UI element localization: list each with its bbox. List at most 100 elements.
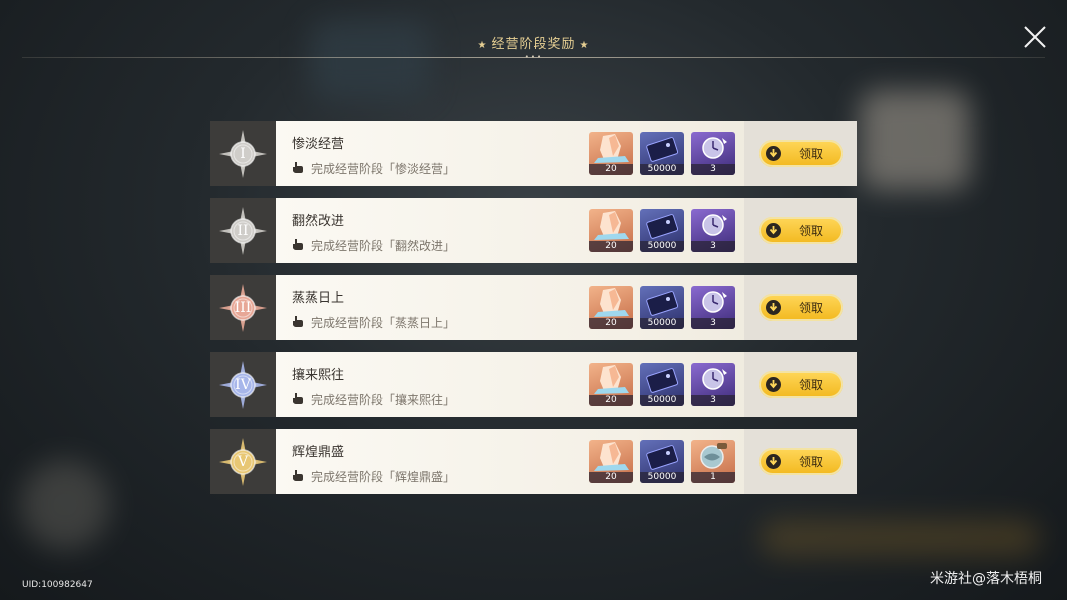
reward-quantity: 50000 [640, 395, 684, 406]
stage-card: 辉煌鼎盛完成经营阶段「辉煌鼎盛」 20 50000 1 领取 [276, 429, 857, 494]
reward-item[interactable]: 1 [691, 440, 735, 483]
download-arrow-icon [766, 300, 781, 315]
reward-item[interactable]: 20 [589, 286, 633, 329]
stage-row: II 翻然改进完成经营阶段「翻然改进」 20 50000 3 领取 [210, 198, 857, 263]
reward-quantity: 20 [589, 472, 633, 483]
stage-condition: 完成经营阶段「惨淡经营」 [292, 160, 455, 177]
reward-item[interactable]: 50000 [640, 209, 684, 252]
download-arrow-icon [766, 223, 781, 238]
claim-zone: 领取 [744, 121, 857, 186]
stage-badge-icon: I [210, 121, 276, 186]
reward-quantity: 20 [589, 164, 633, 175]
claim-button[interactable]: 领取 [759, 371, 843, 398]
stage-name: 辉煌鼎盛 [292, 445, 345, 460]
reward-item[interactable]: 3 [691, 209, 735, 252]
download-arrow-icon [766, 377, 781, 392]
claim-button-label: 领取 [799, 147, 824, 161]
reward-quantity: 3 [691, 318, 735, 329]
reward-quantity: 3 [691, 164, 735, 175]
uid-label: UID:100982647 [22, 580, 93, 590]
reward-item[interactable]: 20 [589, 132, 633, 175]
download-arrow-icon [766, 146, 781, 161]
reward-quantity: 20 [589, 318, 633, 329]
hand-pointer-icon [292, 238, 311, 253]
stage-name: 蒸蒸日上 [292, 291, 345, 306]
stage-name: 翻然改进 [292, 214, 345, 229]
condition-text: 完成经营阶段「翻然改进」 [311, 239, 456, 253]
reward-item[interactable]: 50000 [640, 286, 684, 329]
background-decor [310, 20, 430, 100]
reward-quantity: 3 [691, 395, 735, 406]
reward-items: 20 50000 3 [589, 286, 742, 329]
reward-item[interactable]: 20 [589, 440, 633, 483]
reward-item[interactable]: 3 [691, 286, 735, 329]
stage-card: 攘来熙往 完成经营阶段「攘来熙往」 20 50000 3 领取 [276, 352, 857, 417]
claim-button[interactable]: 领取 [759, 217, 843, 244]
stage-badge-icon: III [210, 275, 276, 340]
stage-condition: 完成经营阶段「蒸蒸日上」 [292, 314, 455, 331]
reward-quantity: 50000 [640, 318, 684, 329]
stage-card: 翻然改进完成经营阶段「翻然改进」 20 50000 3 领取 [276, 198, 857, 263]
divider-dots: ••• [524, 53, 544, 61]
reward-quantity: 20 [589, 395, 633, 406]
reward-items: 20 50000 3 [589, 363, 742, 406]
stage-numeral: III [234, 299, 252, 316]
reward-items: 20 50000 3 [589, 209, 742, 252]
stage-row: I 惨淡经营完成经营阶段「惨淡经营」 20 50000 3 领取 [210, 121, 857, 186]
hand-pointer-icon [292, 315, 311, 330]
reward-item[interactable]: 50000 [640, 440, 684, 483]
condition-text: 完成经营阶段「惨淡经营」 [311, 162, 456, 176]
stage-numeral: II [237, 222, 249, 239]
reward-item[interactable]: 50000 [640, 132, 684, 175]
reward-quantity: 50000 [640, 241, 684, 252]
hand-pointer-icon [292, 469, 311, 484]
page-title: ★ 经营阶段奖励 ★ [0, 33, 1067, 52]
stage-row: V 辉煌鼎盛完成经营阶段「辉煌鼎盛」 20 50000 1 领取 [210, 429, 857, 494]
reward-quantity: 50000 [640, 164, 684, 175]
stage-badge-icon: V [210, 429, 276, 494]
claim-button-label: 领取 [799, 455, 824, 469]
close-button[interactable] [1022, 24, 1048, 50]
claim-button-label: 领取 [799, 301, 824, 315]
reward-item[interactable]: 3 [691, 363, 735, 406]
reward-quantity: 3 [691, 241, 735, 252]
stage-badge-icon: II [210, 198, 276, 263]
reward-items: 20 50000 3 [589, 132, 742, 175]
hand-pointer-icon [292, 161, 311, 176]
download-arrow-icon [766, 454, 781, 469]
watermark: 米游社@落木梧桐 [930, 571, 1042, 587]
claim-zone: 领取 [744, 198, 857, 263]
star-icon: ★ [477, 40, 488, 51]
reward-item[interactable]: 50000 [640, 363, 684, 406]
background-decor [760, 520, 1040, 556]
claim-button-label: 领取 [799, 224, 824, 238]
stage-badge-icon: IV [210, 352, 276, 417]
reward-quantity: 50000 [640, 472, 684, 483]
stage-row: IV 攘来熙往 完成经营阶段「攘来熙往」 20 50000 3 领取 [210, 352, 857, 417]
stage-condition: 完成经营阶段「辉煌鼎盛」 [292, 468, 455, 485]
reward-item[interactable]: 20 [589, 209, 633, 252]
reward-item[interactable]: 20 [589, 363, 633, 406]
hand-pointer-icon [292, 392, 311, 407]
stage-card: 惨淡经营完成经营阶段「惨淡经营」 20 50000 3 领取 [276, 121, 857, 186]
reward-quantity: 20 [589, 241, 633, 252]
claim-zone: 领取 [744, 352, 857, 417]
claim-button[interactable]: 领取 [759, 140, 843, 167]
reward-quantity: 1 [691, 472, 735, 483]
claim-button[interactable]: 领取 [759, 448, 843, 475]
background-decor [860, 90, 970, 190]
reward-items: 20 50000 1 [589, 440, 742, 483]
condition-text: 完成经营阶段「辉煌鼎盛」 [311, 470, 456, 484]
stage-reward-list: I 惨淡经营完成经营阶段「惨淡经营」 20 50000 3 领取 II 翻然改进完成经营阶段「… [210, 121, 857, 506]
star-icon: ★ [579, 40, 590, 51]
stage-condition: 完成经营阶段「翻然改进」 [292, 237, 455, 254]
close-icon [1024, 26, 1046, 48]
stage-row: III 蒸蒸日上完成经营阶段「蒸蒸日上」 20 50000 3 领取 [210, 275, 857, 340]
stage-name: 惨淡经营 [292, 137, 345, 152]
condition-text: 完成经营阶段「攘来熙往」 [311, 393, 456, 407]
stage-condition: 完成经营阶段「攘来熙往」 [292, 391, 455, 408]
claim-button[interactable]: 领取 [759, 294, 843, 321]
claim-zone: 领取 [744, 275, 857, 340]
stage-card: 蒸蒸日上完成经营阶段「蒸蒸日上」 20 50000 3 领取 [276, 275, 857, 340]
reward-item[interactable]: 3 [691, 132, 735, 175]
